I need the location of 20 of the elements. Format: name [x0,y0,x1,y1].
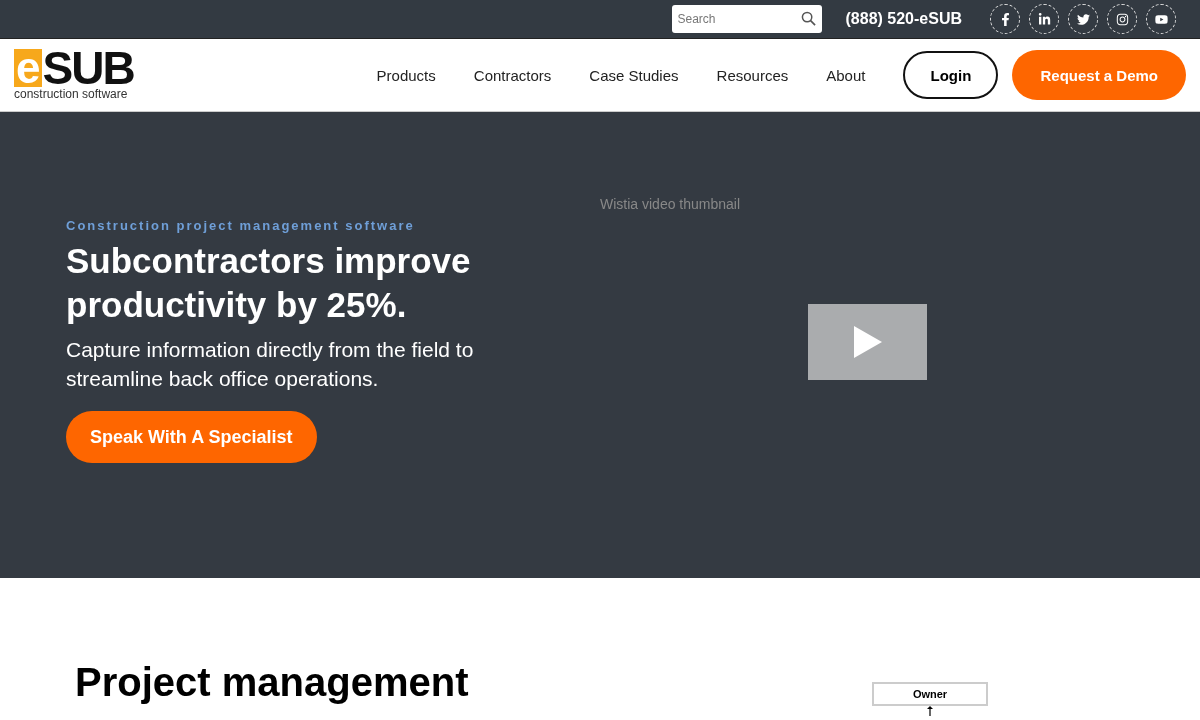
nav-link[interactable]: Case Studies [589,66,679,84]
nav-link[interactable]: Resources [716,66,789,84]
hero-eyebrow: Construction project management software [66,218,416,233]
search-icon[interactable] [800,11,816,26]
hero-title: Subcontractors improve productivity by 25%. [66,240,472,326]
nav-link[interactable]: Contractors [473,66,552,84]
logo-mark: e [14,49,43,87]
diagram-node: Owner [872,682,988,706]
logo-tagline: construction software [14,87,129,101]
phone-number: (888) 520-eSUB [845,10,962,28]
section-title: Project management [75,660,470,706]
nav-link[interactable]: Products [376,66,436,84]
search-field[interactable]: Search [671,5,822,33]
nav-link[interactable]: About [826,66,866,84]
play-icon [853,326,882,358]
video-alt-text: Wistia video thumbnail [600,196,742,212]
login-button[interactable]: Login [903,51,999,99]
logo-wordmark: SUB [42,49,134,87]
hero-subtitle: Capture information directly from the field to streamline back office operations. [66,337,475,392]
arrow-icon [926,706,934,716]
